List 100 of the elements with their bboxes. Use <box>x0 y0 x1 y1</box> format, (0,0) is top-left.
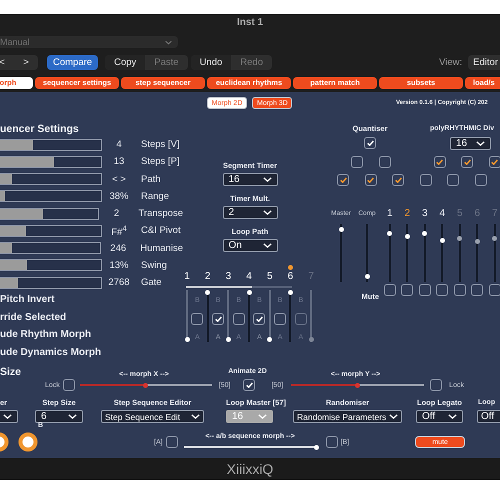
checkbox[interactable] <box>166 436 178 448</box>
step-slider[interactable] <box>206 290 209 342</box>
param-slider[interactable] <box>0 156 102 168</box>
toolbar-button[interactable]: Copy <box>105 55 146 70</box>
checkbox[interactable] <box>62 379 75 391</box>
selector-dropdown[interactable]: Off <box>477 410 500 423</box>
checkbox[interactable] <box>364 174 376 186</box>
toolbar-button[interactable]: Undo <box>190 55 232 70</box>
checkbox[interactable] <box>364 137 376 149</box>
checkbox[interactable] <box>418 284 431 296</box>
param-slider[interactable] <box>0 173 102 186</box>
channel-label[interactable]: 2 <box>404 208 410 220</box>
fader-track[interactable] <box>406 224 408 282</box>
view-button[interactable]: Editor <box>468 55 500 70</box>
step-slider[interactable] <box>289 290 292 342</box>
checkbox[interactable] <box>401 284 414 296</box>
checkbox[interactable] <box>488 156 500 168</box>
plugin-name: XiiixxiQ <box>226 461 274 477</box>
slider-thumb[interactable] <box>246 290 252 295</box>
toolbar-button[interactable]: < <box>0 55 14 70</box>
fader-track[interactable] <box>494 224 496 282</box>
step-slider[interactable] <box>268 290 271 342</box>
checkbox[interactable] <box>461 156 473 168</box>
checkbox[interactable] <box>243 379 256 391</box>
check-icon <box>436 159 443 165</box>
caret-icon <box>262 210 272 215</box>
checkbox[interactable] <box>274 313 286 325</box>
param-slider[interactable] <box>0 190 102 202</box>
checkbox[interactable] <box>436 284 448 296</box>
fader-track[interactable] <box>424 224 426 282</box>
channel-label[interactable]: 3 <box>422 208 428 220</box>
step-slider[interactable] <box>227 290 230 342</box>
param-slider[interactable] <box>0 224 102 237</box>
checkbox[interactable] <box>232 313 245 325</box>
fader-thumb[interactable] <box>440 238 445 243</box>
checkbox[interactable] <box>392 174 404 186</box>
selector-dropdown[interactable]: Off <box>416 410 463 423</box>
selector-dropdown[interactable]: 6 <box>35 410 83 423</box>
param-label: Range <box>141 190 169 202</box>
knob[interactable] <box>18 432 38 452</box>
toolbar-button[interactable]: Compare <box>47 55 98 70</box>
param-label: Transpose <box>138 208 183 220</box>
checkbox[interactable] <box>378 156 390 168</box>
param-slider[interactable] <box>0 276 102 289</box>
checkbox[interactable] <box>447 174 459 186</box>
timer-dropdown[interactable]: 16 <box>222 173 278 186</box>
checkbox[interactable] <box>420 174 432 186</box>
checkbox[interactable] <box>253 313 266 325</box>
slider-thumb[interactable] <box>205 290 210 295</box>
param-value: 13% <box>108 260 130 271</box>
caret-icon <box>262 177 272 182</box>
toolbar-button[interactable]: > <box>14 55 38 70</box>
fader-thumb[interactable] <box>387 230 392 236</box>
checkbox[interactable] <box>430 379 442 391</box>
checkbox[interactable] <box>474 174 486 186</box>
slider-thumb[interactable] <box>288 290 293 295</box>
param-slider[interactable] <box>0 259 102 272</box>
timer-dropdown[interactable]: On <box>222 239 278 252</box>
param-slider[interactable] <box>0 208 100 220</box>
fader-thumb[interactable] <box>364 274 370 280</box>
step-number: 1 <box>184 271 190 283</box>
poly-dropdown[interactable]: 16 <box>450 137 491 150</box>
fader-thumb[interactable] <box>422 231 428 236</box>
timer-dropdown[interactable]: 2 <box>222 206 278 219</box>
param-slider[interactable] <box>0 242 102 254</box>
checkbox[interactable] <box>454 284 466 296</box>
checkbox[interactable] <box>434 156 446 168</box>
window-title: Inst 1 <box>236 16 264 30</box>
param-label: Humanise <box>140 242 183 254</box>
ab-morph-slider[interactable] <box>184 443 317 451</box>
channel-label[interactable]: 4 <box>439 208 446 220</box>
check-icon <box>491 159 498 165</box>
check-icon <box>367 177 374 183</box>
slider-thumb[interactable] <box>267 337 272 342</box>
channel-label[interactable]: 1 <box>386 208 393 220</box>
selector-dropdown[interactable]: Step Sequence Edit <box>101 410 204 423</box>
slider-thumb[interactable] <box>184 337 190 342</box>
checkbox[interactable] <box>337 174 349 186</box>
slider-thumb[interactable] <box>226 337 231 342</box>
fader-track[interactable] <box>476 224 478 282</box>
caret-icon <box>262 243 272 248</box>
option-label: ude Dynamics Morph <box>0 346 102 358</box>
fader-track[interactable] <box>388 224 391 282</box>
selector-dropdown[interactable]: Randomise Parameters <box>293 410 402 423</box>
fader-track[interactable] <box>458 224 461 282</box>
param-slider[interactable] <box>0 138 102 151</box>
checkbox[interactable] <box>384 284 396 296</box>
checkbox[interactable] <box>326 436 338 448</box>
fader-track[interactable] <box>441 224 444 282</box>
checkbox[interactable] <box>488 284 500 296</box>
param-value: < > <box>111 174 127 185</box>
checkbox[interactable] <box>471 284 484 296</box>
fader-thumb[interactable] <box>338 226 344 232</box>
fader-thumb[interactable] <box>404 234 410 239</box>
param-value: 246 <box>109 242 128 254</box>
checkbox[interactable] <box>212 313 224 325</box>
checkbox[interactable] <box>191 313 204 325</box>
param-label: Steps [P] <box>141 156 180 168</box>
step-slider[interactable] <box>248 290 250 342</box>
checkbox[interactable] <box>351 156 363 168</box>
